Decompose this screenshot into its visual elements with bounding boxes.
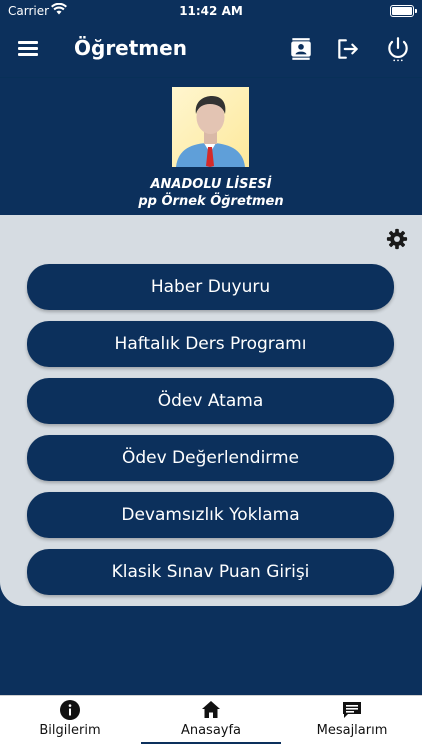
tab-bilgilerim[interactable]: Bilgilerim: [0, 696, 140, 751]
app-header: Öğretmen: [0, 22, 422, 78]
contact-card-icon[interactable]: [288, 36, 314, 62]
avatar: [172, 87, 249, 167]
page-title: Öğretmen: [74, 36, 187, 60]
menu-button-haftalik-ders-programi[interactable]: Haftalık Ders Programı: [27, 321, 394, 367]
menu-button-klasik-sinav-puan-girisi[interactable]: Klasik Sınav Puan Girişi: [27, 549, 394, 595]
tab-label: Anasayfa: [180, 723, 242, 738]
menu-button-haber-duyuru[interactable]: Haber Duyuru: [27, 264, 394, 310]
teacher-name: pp Örnek Öğretmen: [138, 194, 284, 209]
home-icon: [201, 700, 221, 720]
menu-icon[interactable]: [18, 39, 40, 57]
school-name: ANADOLU LİSESİ: [150, 177, 272, 192]
gear-icon[interactable]: [386, 228, 408, 250]
power-icon[interactable]: [385, 36, 411, 62]
menu-button-devamsizlik-yoklama[interactable]: Devamsızlık Yoklama: [27, 492, 394, 538]
info-icon: [60, 700, 80, 720]
logout-icon[interactable]: [335, 36, 361, 62]
status-bar: Carrier 11:42 AM: [0, 0, 422, 22]
status-time: 11:42 AM: [179, 4, 243, 18]
tab-label: Mesajlarım: [316, 723, 388, 738]
active-tab-indicator: [141, 742, 281, 744]
tab-mesajlarim[interactable]: Mesajlarım: [282, 696, 422, 751]
menu-button-odev-atama[interactable]: Ödev Atama: [27, 378, 394, 424]
tab-label: Bilgilerim: [39, 723, 101, 738]
message-icon: [342, 700, 362, 720]
tab-bar: Bilgilerim Anasayfa Mesajlarım: [0, 695, 422, 751]
menu-button-odev-degerlendirme[interactable]: Ödev Değerlendirme: [27, 435, 394, 481]
battery-icon: [390, 5, 417, 17]
profile-section: ANADOLU LİSESİ pp Örnek Öğretmen: [0, 78, 422, 218]
